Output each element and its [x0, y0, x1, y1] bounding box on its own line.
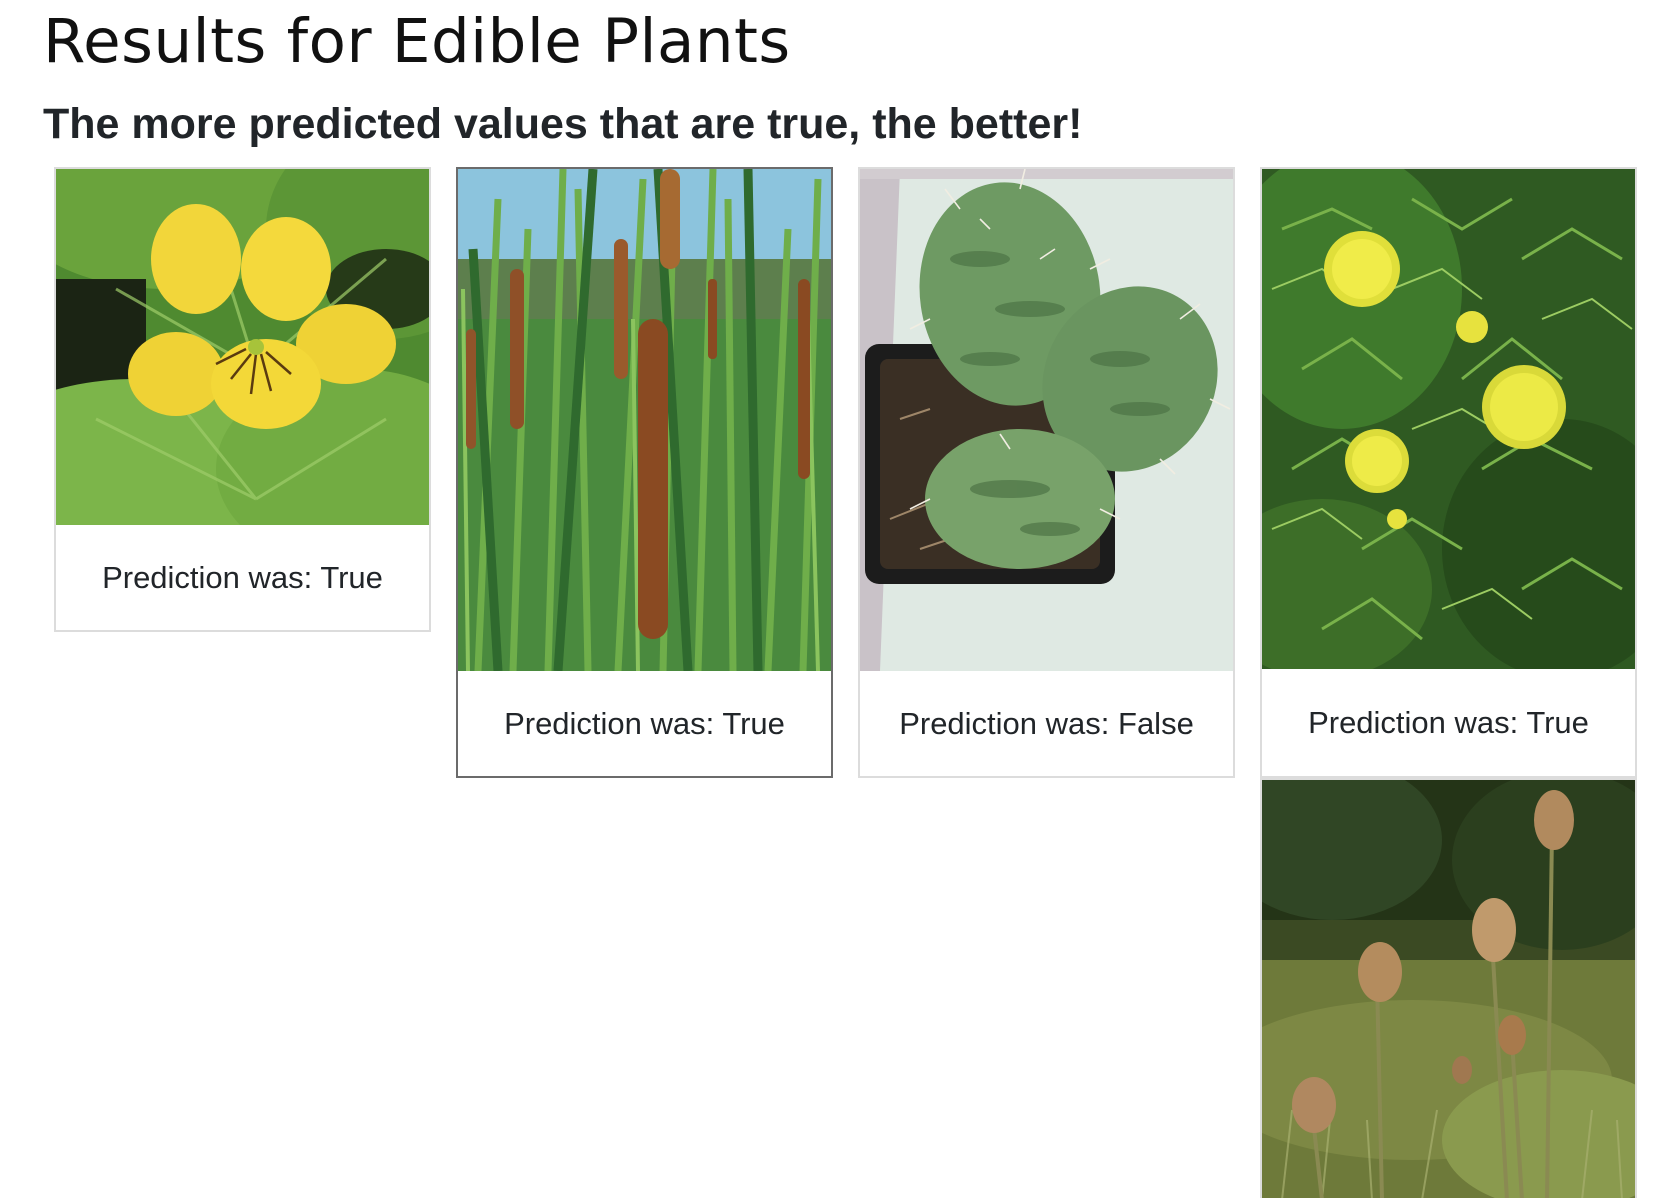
- prediction-caption: Prediction was: True: [102, 559, 383, 595]
- cattail-photo: [458, 169, 831, 671]
- prickly-pear-cactus-photo: [860, 169, 1233, 671]
- page-title: Results for Edible Plants: [43, 6, 791, 77]
- result-card-prickly-pear[interactable]: Prediction was: False: [858, 167, 1235, 778]
- page-subtitle: The more predicted values that are true,…: [43, 100, 1083, 148]
- teasel-photo: [1262, 780, 1635, 1198]
- pineapple-weed-photo: [1262, 169, 1635, 669]
- prediction-caption: Prediction was: True: [1308, 704, 1589, 740]
- result-card-yellow-violet[interactable]: Prediction was: True: [54, 167, 431, 632]
- result-card-cattail[interactable]: Prediction was: True: [456, 167, 833, 778]
- result-card-pineapple-weed[interactable]: Prediction was: True: [1260, 167, 1637, 778]
- prediction-caption: Prediction was: False: [899, 705, 1194, 741]
- yellow-violet-photo: [56, 169, 429, 525]
- prediction-caption: Prediction was: True: [504, 705, 785, 741]
- result-card-teasel[interactable]: [1260, 778, 1637, 1198]
